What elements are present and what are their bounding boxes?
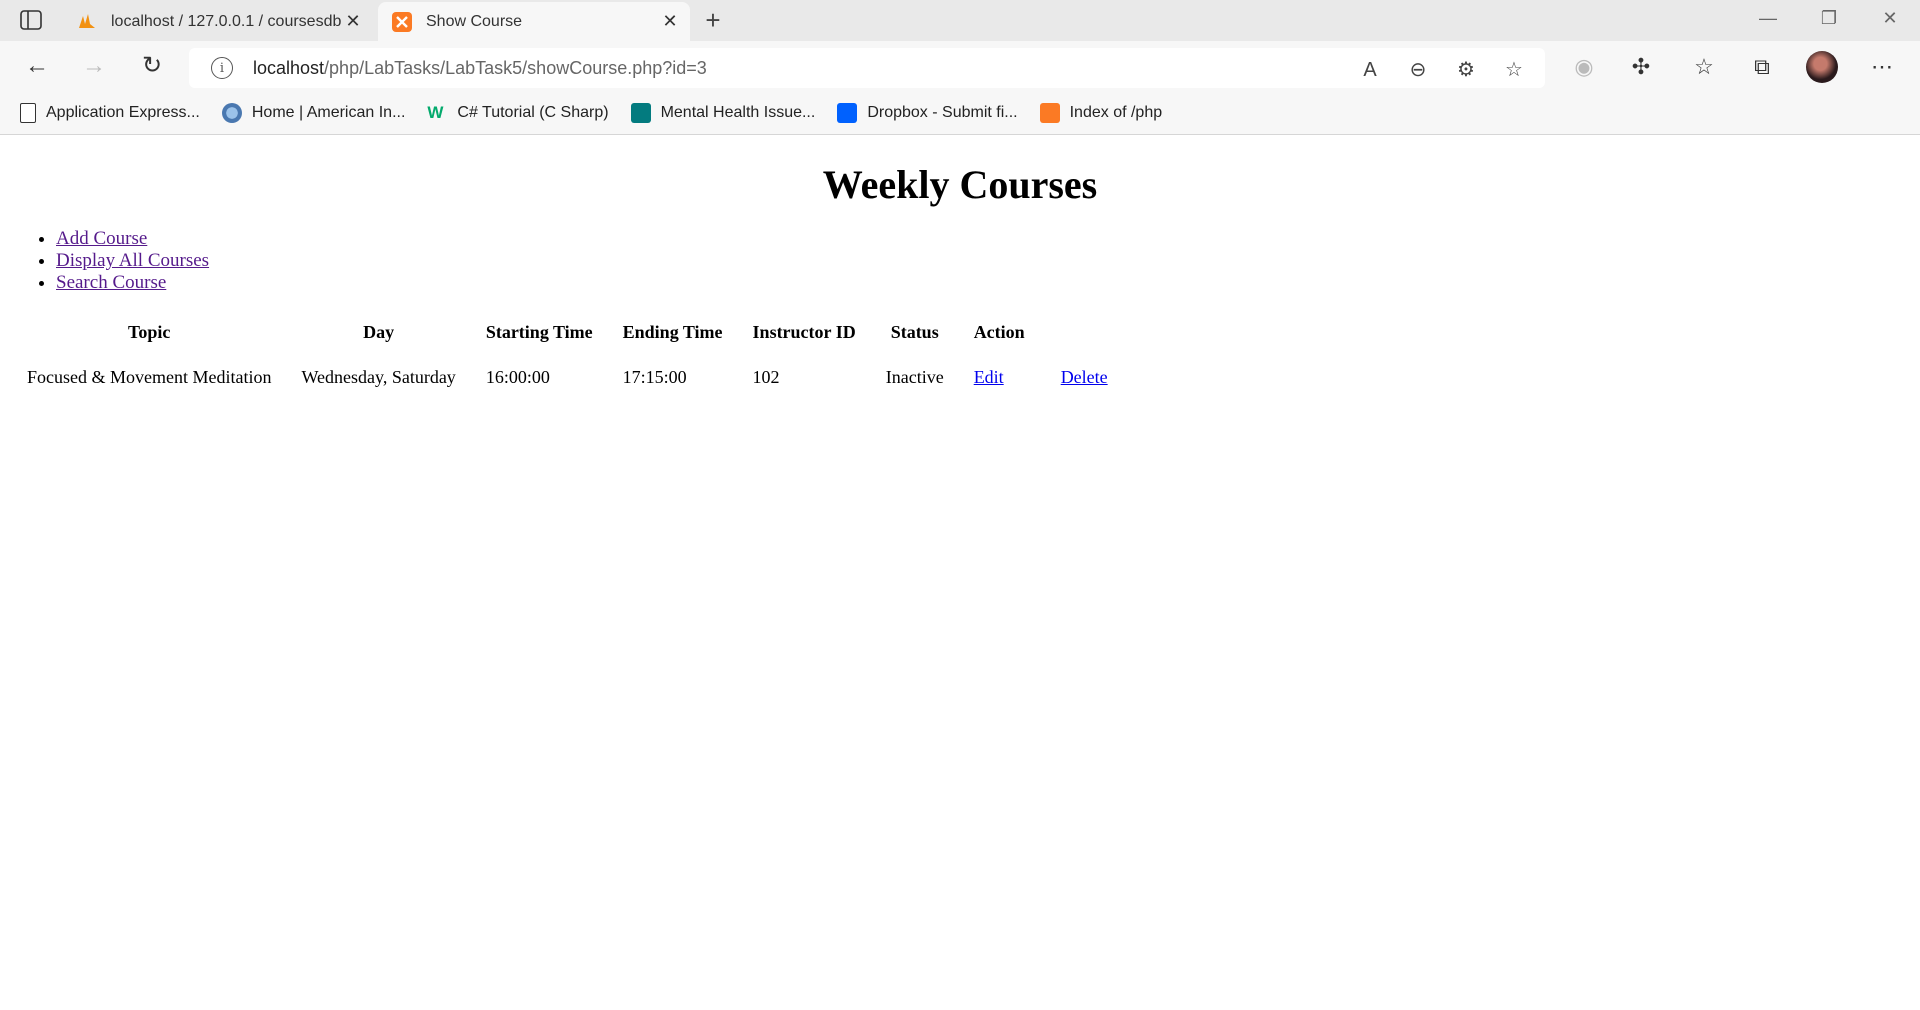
table-header-row: Topic Day Starting Time Ending Time Inst… — [12, 322, 1123, 355]
page-content: Weekly Courses Add Course Display All Co… — [0, 161, 1920, 400]
restore-icon[interactable]: ❐ — [1817, 8, 1841, 29]
nav-item: Search Course — [56, 272, 1920, 294]
close-tab-icon[interactable]: ✕ — [660, 11, 680, 32]
delete-link[interactable]: Delete — [1061, 367, 1108, 387]
forms-icon — [630, 103, 651, 123]
avatar[interactable] — [1806, 51, 1838, 83]
read-aloud-icon[interactable]: A — [1357, 57, 1383, 83]
column-header: Starting Time — [485, 322, 593, 342]
nav-item: Add Course — [56, 228, 1920, 250]
column-header: Status — [890, 322, 939, 342]
dropbox-icon — [837, 103, 858, 123]
site-info-icon[interactable]: i — [211, 57, 233, 79]
column-header: Action — [973, 322, 1025, 342]
back-icon[interactable]: ← — [24, 53, 50, 79]
nav-item: Display All Courses — [56, 250, 1920, 272]
column-header: Day — [363, 322, 395, 342]
zoom-out-icon[interactable]: ⊖ — [1405, 57, 1431, 83]
w3schools-icon: W — [427, 103, 444, 122]
sidebar-toggle-icon[interactable] — [20, 10, 42, 30]
bookmark-item[interactable]: Dropbox - Submit fi... — [837, 103, 1018, 123]
page-icon — [20, 103, 36, 123]
close-tab-icon[interactable]: ✕ — [343, 11, 363, 32]
day-cell: Wednesday, Saturday — [301, 367, 456, 387]
translate-icon[interactable]: ⚙ — [1453, 57, 1479, 83]
close-window-icon[interactable]: ✕ — [1878, 8, 1902, 29]
globe-icon — [221, 103, 242, 123]
bookmark-item[interactable]: Index of /php — [1039, 103, 1162, 123]
refresh-icon[interactable]: ↻ — [139, 53, 165, 79]
forward-icon[interactable]: → — [81, 53, 107, 79]
bookmark-item[interactable]: Mental Health Issue... — [630, 103, 815, 123]
status-cell: Inactive — [885, 367, 944, 387]
start-time-cell: 16:00:00 — [485, 367, 550, 387]
courses-table: Topic Day Starting Time Ending Time Inst… — [12, 322, 1123, 400]
table-row: Focused & Movement Meditation Wednesday,… — [12, 355, 1123, 400]
column-header: Topic — [128, 322, 171, 342]
xampp-icon — [392, 11, 412, 32]
edit-cell: Edit — [959, 355, 1025, 400]
add-favorite-icon[interactable]: ☆ — [1501, 57, 1527, 83]
topic-cell: Focused & Movement Meditation — [27, 367, 272, 387]
favorites-icon[interactable]: ☆ — [1690, 53, 1718, 81]
instructor-id-cell: 102 — [752, 367, 780, 387]
display-all-courses-link[interactable]: Display All Courses — [56, 250, 209, 271]
tab-title: localhost / 127.0.0.1 / coursesdb — [111, 12, 342, 30]
url-text[interactable]: localhost/php/LabTasks/LabTask5/showCour… — [253, 58, 707, 79]
column-header: Instructor ID — [752, 322, 856, 342]
tab-title: Show Course — [426, 12, 523, 30]
address-bar-row: ← → ↻ i localhost/php/LabTasks/LabTask5/… — [0, 41, 1920, 92]
collections-icon[interactable]: ⧉ — [1748, 53, 1776, 81]
extensions-icon[interactable]: ✣ — [1627, 53, 1655, 81]
minimize-icon[interactable]: — — [1756, 8, 1780, 29]
edit-link[interactable]: Edit — [974, 367, 1004, 387]
tab-strip: localhost / 127.0.0.1 / coursesdb ✕ Show… — [0, 0, 1920, 41]
address-bar[interactable]: i localhost/php/LabTasks/LabTask5/showCo… — [189, 48, 1545, 88]
tab-phpmyadmin[interactable]: localhost / 127.0.0.1 / coursesdb ✕ — [63, 2, 373, 41]
nav-list: Add Course Display All Courses Search Co… — [0, 228, 1920, 294]
column-header: Ending Time — [622, 322, 723, 342]
bookmarks-bar: Application Express... Home | American I… — [0, 92, 1920, 135]
xampp-icon — [1039, 103, 1060, 123]
tab-show-course[interactable]: Show Course ✕ — [378, 2, 690, 41]
new-tab-icon[interactable]: + — [700, 7, 726, 34]
add-course-link[interactable]: Add Course — [56, 228, 147, 249]
more-menu-icon[interactable]: ⋯ — [1868, 53, 1896, 81]
delete-cell: Delete — [1025, 355, 1123, 400]
bookmark-item[interactable]: W C# Tutorial (C Sharp) — [427, 103, 608, 123]
page-title: Weekly Courses — [822, 162, 1098, 207]
phpmyadmin-icon — [77, 12, 97, 32]
browser-essentials-icon[interactable]: ◉ — [1570, 53, 1598, 81]
end-time-cell: 17:15:00 — [622, 367, 687, 387]
bookmark-item[interactable]: Application Express... — [20, 103, 200, 123]
search-course-link[interactable]: Search Course — [56, 272, 166, 293]
bookmark-item[interactable]: Home | American In... — [221, 103, 405, 123]
column-header — [1025, 322, 1123, 355]
